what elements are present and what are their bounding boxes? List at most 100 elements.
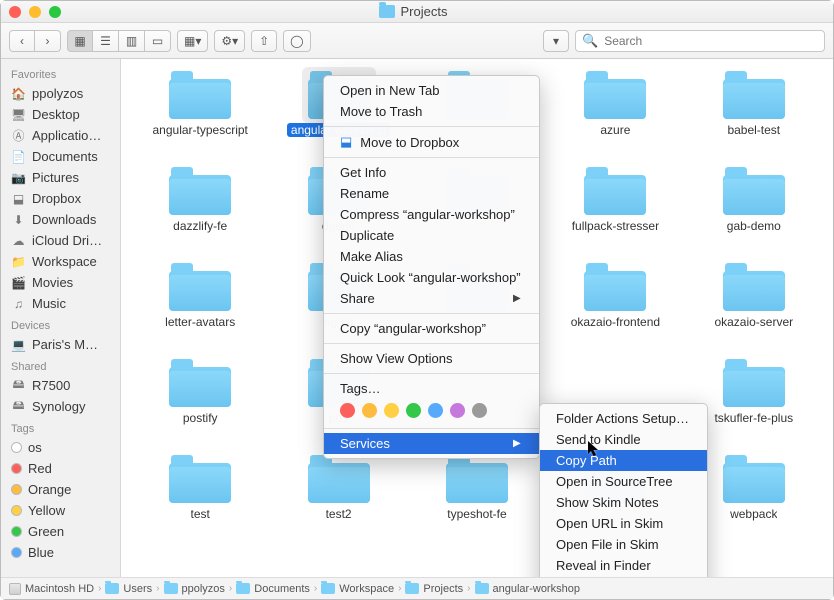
- folder-item[interactable]: angular-typescript: [131, 71, 269, 167]
- sidebar-item-orange[interactable]: Orange: [1, 479, 120, 500]
- menu-item-label: Copy “angular-workshop”: [340, 321, 486, 336]
- sidebar-item-label: Downloads: [32, 212, 96, 227]
- folder-item[interactable]: test2: [269, 455, 407, 551]
- gallery-view-button[interactable]: ▭: [145, 30, 171, 52]
- menu-item-label: Share: [340, 291, 375, 306]
- folder-item[interactable]: okazaio-server: [685, 263, 823, 359]
- menu-separator: [324, 428, 539, 429]
- folder-label: typeshot-fe: [447, 507, 506, 521]
- sidebar-item-ppolyzos[interactable]: 🏠ppolyzos: [1, 83, 120, 104]
- path-segment-projects[interactable]: Projects: [405, 583, 463, 595]
- folder-item[interactable]: postify: [131, 359, 269, 455]
- sidebar-item-movies[interactable]: 🎬Movies: [1, 272, 120, 293]
- close-window-button[interactable]: [9, 6, 21, 18]
- tag-color-button[interactable]: [428, 403, 443, 418]
- arrange-button[interactable]: ▦▾: [177, 30, 208, 52]
- tag-color-button[interactable]: [450, 403, 465, 418]
- search-input[interactable]: [604, 34, 818, 48]
- sidebar-item-green[interactable]: Green: [1, 521, 120, 542]
- menu-item-open-in-new-tab[interactable]: Open in New Tab: [324, 80, 539, 101]
- sidebar-item-desktop[interactable]: 🖥Desktop: [1, 104, 120, 125]
- menu-item-get-info[interactable]: Get Info: [324, 162, 539, 183]
- tag-color-button[interactable]: [472, 403, 487, 418]
- submenu-item-show-skim-notes[interactable]: Show Skim Notes: [540, 492, 707, 513]
- submenu-item-send-to-kindle[interactable]: Send to Kindle: [540, 429, 707, 450]
- sidebar-item-music[interactable]: ♫Music: [1, 293, 120, 314]
- path-separator: ›: [397, 583, 402, 594]
- sidebar-item-pictures[interactable]: 📷Pictures: [1, 167, 120, 188]
- sidebar-item-yellow[interactable]: Yellow: [1, 500, 120, 521]
- folder-item[interactable]: azure: [546, 71, 684, 167]
- sidebar-item-workspace[interactable]: 📁Workspace: [1, 251, 120, 272]
- path-segment-users[interactable]: Users: [105, 583, 152, 595]
- dropbox-button[interactable]: ▾: [543, 30, 569, 52]
- menu-item-duplicate[interactable]: Duplicate: [324, 225, 539, 246]
- folder-item[interactable]: test: [131, 455, 269, 551]
- sidebar-item-applicatio-[interactable]: ⒶApplicatio…: [1, 125, 120, 146]
- folder-item[interactable]: letter-avatars: [131, 263, 269, 359]
- submenu-item-open-file-in-skim[interactable]: Open File in Skim: [540, 534, 707, 555]
- menu-item-move-to-dropbox[interactable]: ⬓Move to Dropbox: [324, 131, 539, 153]
- folder-item[interactable]: okazaio-frontend: [546, 263, 684, 359]
- minimize-window-button[interactable]: [29, 6, 41, 18]
- sidebar-item-icloud-dri-[interactable]: ☁iCloud Dri…: [1, 230, 120, 251]
- path-segment-angular-workshop[interactable]: angular-workshop: [475, 583, 580, 595]
- list-view-button[interactable]: ☰: [93, 30, 119, 52]
- submenu-item-open-in-sourcetree[interactable]: Open in SourceTree: [540, 471, 707, 492]
- back-button[interactable]: ‹: [9, 30, 35, 52]
- submenu-item-copy-path[interactable]: Copy Path: [540, 450, 707, 471]
- menu-item-copy-angular-workshop-[interactable]: Copy “angular-workshop”: [324, 318, 539, 339]
- sidebar-item-synology[interactable]: 🖴Synology: [1, 396, 120, 417]
- menu-item-rename[interactable]: Rename: [324, 183, 539, 204]
- sidebar-item-os[interactable]: os: [1, 437, 120, 458]
- tag-color-button[interactable]: [406, 403, 421, 418]
- menu-item-compress-angular-workshop-[interactable]: Compress “angular-workshop”: [324, 204, 539, 225]
- search-field[interactable]: 🔍: [575, 30, 825, 52]
- menu-separator: [324, 126, 539, 127]
- menu-item-share[interactable]: Share▶: [324, 288, 539, 309]
- sidebar-item-label: iCloud Dri…: [32, 233, 102, 248]
- tag-dot-icon: [11, 547, 22, 558]
- path-segment-workspace[interactable]: Workspace: [321, 583, 394, 595]
- menu-item-make-alias[interactable]: Make Alias: [324, 246, 539, 267]
- column-view-button[interactable]: ▥: [119, 30, 145, 52]
- icon-view-button[interactable]: ▦: [67, 30, 93, 52]
- sidebar-item-downloads[interactable]: ⬇Downloads: [1, 209, 120, 230]
- menu-item-services[interactable]: Services▶: [324, 433, 539, 454]
- folder-label: azure: [600, 123, 630, 137]
- submenu-item-open[interactable]: Open: [540, 576, 707, 577]
- folder-item[interactable]: typeshot-fe: [408, 455, 546, 551]
- submenu-item-folder-actions-setup-[interactable]: Folder Actions Setup…: [540, 408, 707, 429]
- folder-item[interactable]: babel-test: [685, 71, 823, 167]
- zoom-window-button[interactable]: [49, 6, 61, 18]
- menu-item-tags-[interactable]: Tags…: [324, 378, 539, 399]
- tags-button[interactable]: ◯: [283, 30, 310, 52]
- folder-item[interactable]: gab-demo: [685, 167, 823, 263]
- submenu-item-reveal-in-finder[interactable]: Reveal in Finder: [540, 555, 707, 576]
- menu-item-move-to-trash[interactable]: Move to Trash: [324, 101, 539, 122]
- folder-item[interactable]: fullpack-stresser: [546, 167, 684, 263]
- menu-item-label: Services: [340, 436, 390, 451]
- content-area[interactable]: angular-typescriptangular-workshopazureb…: [121, 59, 833, 577]
- sidebar-item-r7500[interactable]: 🖴R7500: [1, 375, 120, 396]
- submenu-item-label: Reveal in Finder: [556, 558, 651, 573]
- sidebar-item-blue[interactable]: Blue: [1, 542, 120, 563]
- submenu-item-open-url-in-skim[interactable]: Open URL in Skim: [540, 513, 707, 534]
- action-button[interactable]: ⚙▾: [214, 30, 245, 52]
- sidebar-item-dropbox[interactable]: ⬓Dropbox: [1, 188, 120, 209]
- folder-icon: [379, 5, 395, 18]
- menu-item-show-view-options[interactable]: Show View Options: [324, 348, 539, 369]
- path-segment-documents[interactable]: Documents: [236, 583, 310, 595]
- tag-color-button[interactable]: [340, 403, 355, 418]
- path-segment-macintosh-hd[interactable]: Macintosh HD: [9, 583, 94, 595]
- sidebar-item-documents[interactable]: 📄Documents: [1, 146, 120, 167]
- menu-item-quick-look-angular-workshop-[interactable]: Quick Look “angular-workshop”: [324, 267, 539, 288]
- sidebar-item-red[interactable]: Red: [1, 458, 120, 479]
- forward-button[interactable]: ›: [35, 30, 61, 52]
- sidebar-item-paris-s-m-[interactable]: 💻Paris's M…: [1, 334, 120, 355]
- folder-item[interactable]: dazzlify-fe: [131, 167, 269, 263]
- share-button[interactable]: ⇧: [251, 30, 277, 52]
- path-segment-ppolyzos[interactable]: ppolyzos: [164, 583, 225, 595]
- tag-color-button[interactable]: [384, 403, 399, 418]
- tag-color-button[interactable]: [362, 403, 377, 418]
